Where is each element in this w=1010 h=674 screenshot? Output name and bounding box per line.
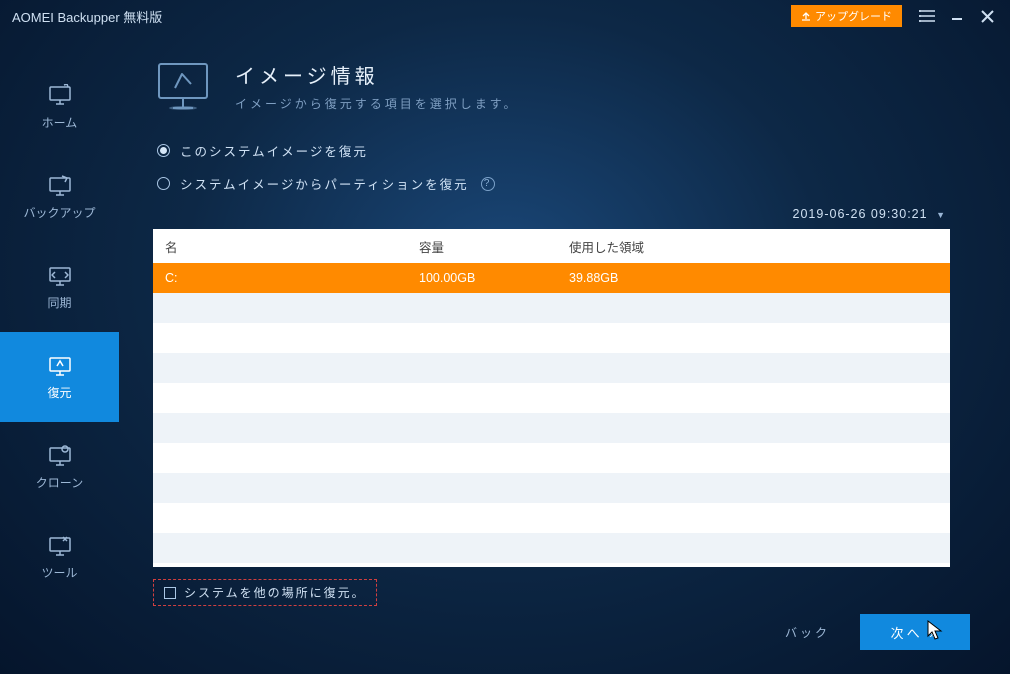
restore-other-location-checkbox[interactable]: システムを他の場所に復元。 [153, 579, 377, 606]
upgrade-button[interactable]: アップグレード [791, 5, 902, 27]
timestamp-dropdown[interactable]: 2019-06-26 09:30:21 ▼ [153, 207, 950, 221]
timestamp-value: 2019-06-26 09:30:21 [793, 207, 928, 221]
sidebar-item-label: ツール [41, 564, 77, 581]
page-subtitle: イメージから復元する項目を選択します。 [235, 95, 519, 112]
sidebar-item-sync[interactable]: 同期 [0, 242, 119, 332]
radio-icon [157, 177, 170, 190]
sidebar-item-label: バックアップ [23, 204, 95, 221]
sync-icon [47, 264, 73, 286]
table-empty-rows [153, 293, 950, 563]
checkbox-icon [164, 587, 176, 599]
close-icon[interactable] [972, 0, 1002, 32]
restore-icon [47, 354, 73, 376]
page-title: イメージ情報 [235, 60, 519, 89]
col-header-capacity: 容量 [419, 237, 569, 256]
clone-icon [47, 444, 73, 466]
app-title: AOMEI Backupper 無料版 [12, 7, 791, 26]
table-header: 名 容量 使用した領域 [153, 229, 950, 263]
sidebar-item-label: 同期 [47, 294, 71, 311]
sidebar-item-backup[interactable]: バックアップ [0, 152, 119, 242]
table-row[interactable]: C: 100.00GB 39.88GB [153, 263, 950, 293]
upgrade-label: アップグレード [815, 8, 892, 24]
next-button[interactable]: 次へ » [860, 614, 970, 650]
col-header-used: 使用した領域 [569, 237, 938, 256]
back-button[interactable]: バック [785, 624, 830, 641]
option-restore-system-image[interactable]: このシステムイメージを復元 [157, 141, 950, 160]
sidebar-item-label: クローン [36, 474, 83, 491]
sidebar-item-label: 復元 [47, 384, 71, 401]
option-restore-partition[interactable]: システムイメージからパーティションを復元 ? [157, 174, 950, 193]
home-icon [47, 84, 73, 106]
sidebar-item-restore[interactable]: 復元 [0, 332, 119, 422]
sidebar-item-clone[interactable]: クローン [0, 422, 119, 512]
checkbox-label: システムを他の場所に復元。 [184, 584, 366, 601]
cell-used: 39.88GB [569, 271, 938, 285]
sidebar-item-label: ホーム [42, 114, 78, 131]
cell-capacity: 100.00GB [419, 271, 569, 285]
sidebar-item-home[interactable]: ホーム [0, 62, 119, 152]
backup-icon [47, 174, 73, 196]
cell-name: C: [165, 271, 419, 285]
tool-icon [47, 534, 73, 556]
sidebar-item-tool[interactable]: ツール [0, 512, 119, 602]
option-label: システムイメージからパーティションを復元 [180, 174, 469, 193]
radio-checked-icon [157, 144, 170, 157]
partition-table: 名 容量 使用した領域 C: 100.00GB 39.88GB [153, 229, 950, 567]
upload-icon [801, 11, 811, 21]
option-label: このシステムイメージを復元 [180, 141, 368, 160]
minimize-icon[interactable] [942, 0, 972, 32]
sidebar: ホーム バックアップ 同期 復元 クローン ツール [0, 32, 119, 674]
chevron-down-icon: ▼ [936, 210, 946, 220]
image-info-icon [153, 60, 213, 117]
col-header-name: 名 [165, 237, 419, 256]
menu-icon[interactable] [912, 0, 942, 32]
help-icon[interactable]: ? [481, 177, 495, 191]
